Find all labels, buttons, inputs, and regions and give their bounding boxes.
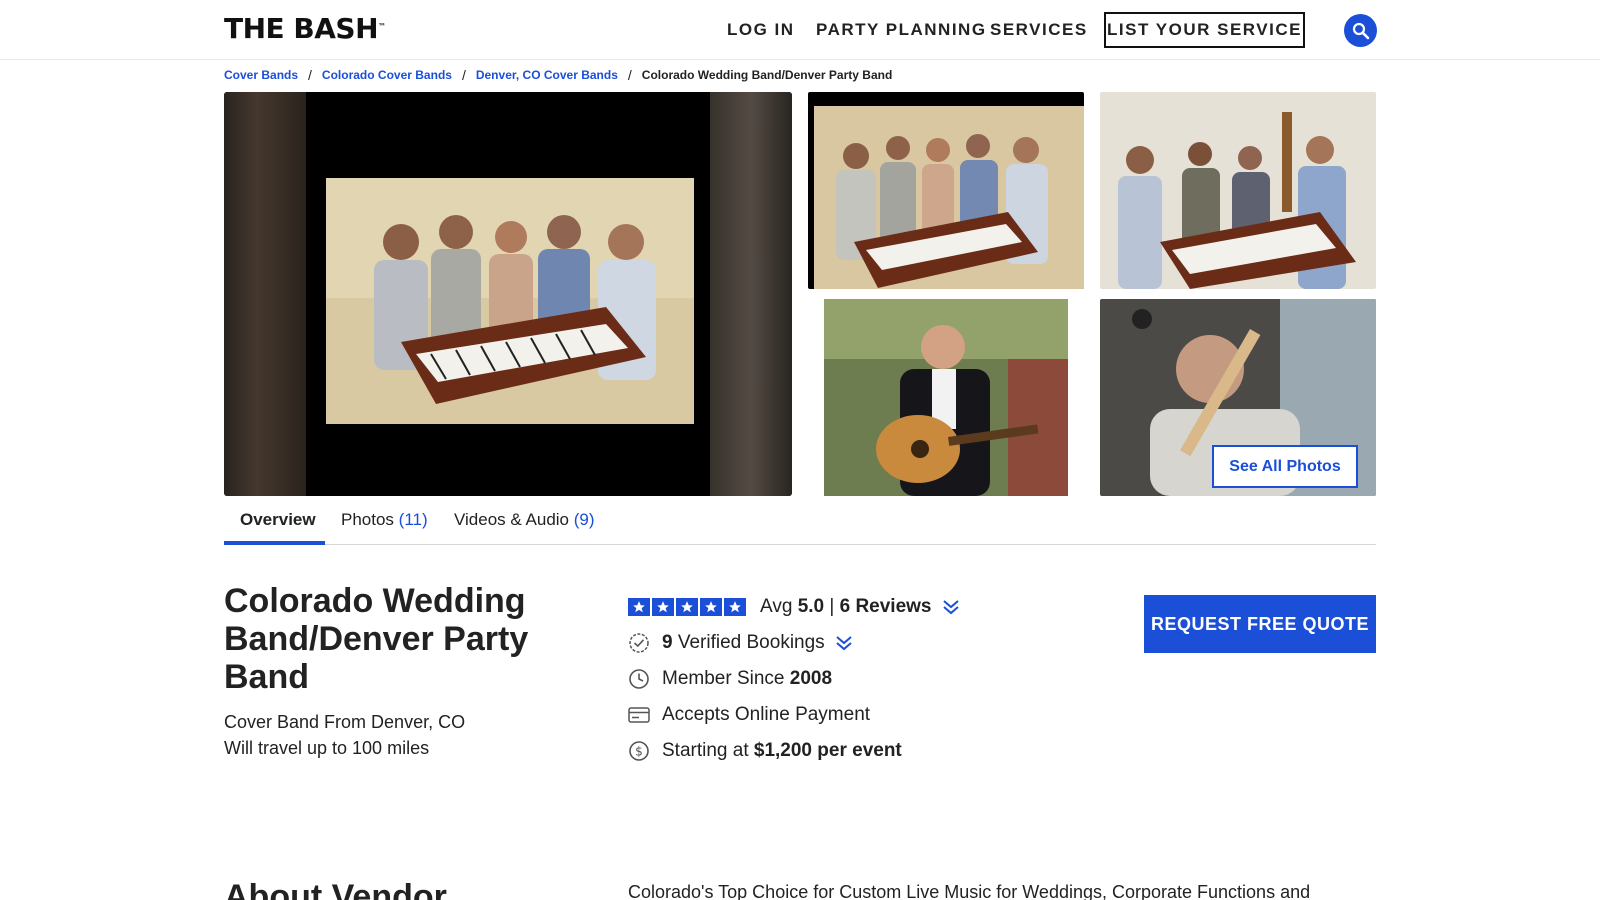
clock-icon: [628, 668, 650, 690]
logo-text: THE BASH: [224, 12, 379, 45]
bookings-chevron-down-icon[interactable]: [835, 634, 853, 652]
star-icon: [724, 598, 746, 616]
logo[interactable]: THE BASH™: [224, 14, 386, 44]
star-rating: [628, 598, 746, 616]
band-photo-thumbnail: [814, 106, 1084, 289]
guitarist-photo-thumbnail: [824, 299, 1068, 496]
breadcrumb: Cover Bands / Colorado Cover Bands / Den…: [224, 67, 892, 83]
price-value: $1,200 per event: [753, 740, 902, 761]
nav-party-planning[interactable]: PARTY PLANNING: [816, 20, 987, 40]
site-header: THE BASH™ LOG IN PARTY PLANNING SERVICES…: [0, 0, 1600, 60]
tab-videos-count: (9): [573, 510, 595, 529]
dollar-icon: $: [628, 740, 650, 762]
tab-overview[interactable]: Overview: [240, 510, 316, 530]
verified-check-icon: [628, 632, 650, 654]
svg-text:$: $: [635, 745, 643, 759]
credit-card-icon: [628, 704, 650, 726]
thumbnail-1[interactable]: [808, 92, 1084, 289]
bookings-count: 9: [662, 632, 673, 653]
breadcrumb-denver-cover-bands[interactable]: Denver, CO Cover Bands: [476, 68, 618, 82]
tab-videos-audio[interactable]: Videos & Audio (9): [454, 510, 595, 530]
photo-frame: [306, 92, 710, 496]
list-your-service-button[interactable]: LIST YOUR SERVICE: [1104, 12, 1305, 48]
band-photo-thumbnail: [1100, 92, 1376, 289]
reviews-chevron-down-icon[interactable]: [942, 598, 960, 616]
star-icon: [676, 598, 698, 616]
payment-label: Accepts Online Payment: [662, 704, 871, 725]
band-photo: [326, 178, 694, 424]
search-button[interactable]: [1344, 14, 1377, 47]
profile-tabs: Overview Photos (11) Videos & Audio (9): [224, 502, 1376, 545]
search-icon: [1352, 22, 1369, 39]
star-icon: [700, 598, 722, 616]
request-free-quote-button[interactable]: REQUEST FREE QUOTE: [1144, 595, 1376, 653]
avg-value: 5.0: [797, 596, 825, 617]
vendor-category: Cover Band From Denver, CO: [224, 712, 466, 732]
tab-photos[interactable]: Photos (11): [341, 510, 428, 530]
main-photo[interactable]: [224, 92, 792, 496]
about-vendor-heading: About Vendor: [224, 878, 447, 900]
breadcrumb-separator: /: [308, 67, 312, 83]
see-all-photos-button[interactable]: See All Photos: [1212, 445, 1358, 488]
vendor-title: Colorado Wedding Band/Denver Party Band: [224, 582, 529, 696]
photo-blur-right: [710, 92, 792, 496]
nav-services[interactable]: SERVICES: [990, 20, 1088, 40]
bookings-label: Verified Bookings: [677, 632, 825, 653]
tab-active-indicator: [224, 541, 325, 545]
member-since-row: Member Since 2008: [628, 668, 832, 690]
price-label: Starting at: [662, 740, 749, 761]
rating-row: Avg 5.0 | 6 Reviews: [628, 596, 960, 618]
vendor-travel: Will travel up to 100 miles: [224, 738, 430, 758]
tab-videos-label: Videos & Audio: [454, 510, 569, 529]
thumbnail-2[interactable]: [1100, 92, 1376, 289]
about-vendor-text: Colorado's Top Choice for Custom Live Mu…: [628, 882, 1311, 900]
member-label: Member Since: [662, 668, 785, 689]
breadcrumb-current: Colorado Wedding Band/Denver Party Band: [641, 68, 893, 82]
breadcrumb-cover-bands[interactable]: Cover Bands: [224, 68, 298, 82]
bookings-row: 9 Verified Bookings: [628, 632, 853, 654]
avg-label: Avg: [760, 596, 793, 617]
thumbnail-3[interactable]: [808, 299, 1084, 496]
starting-price-row: $ Starting at $1,200 per event: [628, 740, 902, 762]
star-icon: [628, 598, 650, 616]
nav-login[interactable]: LOG IN: [727, 20, 795, 40]
star-icon: [652, 598, 674, 616]
reviews-link[interactable]: 6 Reviews: [840, 596, 932, 618]
online-payment-row: Accepts Online Payment: [628, 704, 870, 726]
tab-photos-label: Photos: [341, 510, 394, 529]
breadcrumb-separator: /: [461, 67, 466, 83]
tab-photos-count: (11): [398, 510, 428, 529]
logo-trademark: ™: [378, 22, 386, 31]
rating-divider: |: [829, 596, 835, 617]
photo-blur-left: [224, 92, 306, 496]
member-year: 2008: [789, 668, 833, 689]
breadcrumb-separator: /: [627, 67, 632, 83]
breadcrumb-colorado-cover-bands[interactable]: Colorado Cover Bands: [322, 68, 452, 82]
